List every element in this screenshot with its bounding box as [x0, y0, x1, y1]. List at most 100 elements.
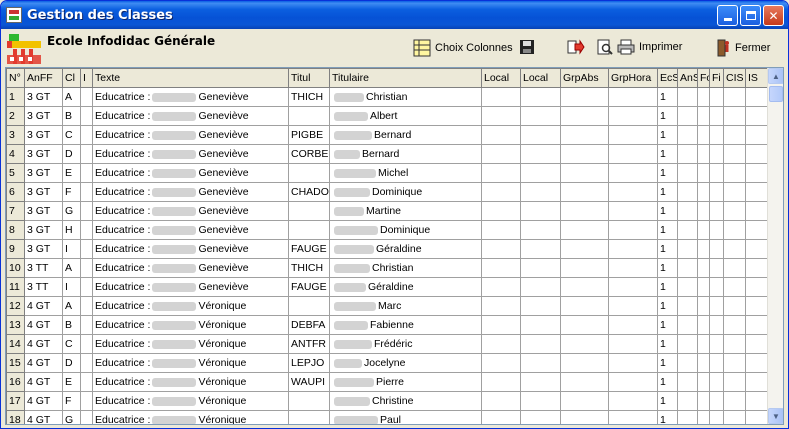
cell-texte[interactable]: Educatrice : Véronique [92, 296, 289, 316]
cell-titul[interactable] [288, 201, 330, 221]
table-row[interactable]: 6 3 GT F Educatrice : Geneviève CHADO Dominiqu… [6, 182, 769, 202]
cell-ans[interactable] [677, 220, 698, 240]
classes-grid[interactable]: N° AnFF Cl I Texte Titul Titulaire Local Local Gr… [5, 67, 784, 425]
cell-row-number[interactable]: 9 [6, 239, 25, 259]
cell-anff[interactable]: 4 GT [24, 296, 63, 316]
cell-texte[interactable]: Educatrice : Geneviève [92, 277, 289, 297]
cell-local1[interactable] [481, 296, 521, 316]
cell-grphora[interactable] [608, 220, 658, 240]
cell-local1[interactable] [481, 372, 521, 392]
cell-ans[interactable] [677, 315, 698, 335]
cell-cis[interactable] [723, 106, 746, 126]
cell-row-number[interactable]: 4 [6, 144, 25, 164]
cell-cl[interactable]: G [62, 410, 81, 424]
cell-grphora[interactable] [608, 334, 658, 354]
cell-titul[interactable]: WAUPI [288, 372, 330, 392]
cell-grphora[interactable] [608, 125, 658, 145]
cell-fo[interactable] [697, 87, 710, 107]
cell-ecs[interactable]: 1 [657, 296, 678, 316]
export-button[interactable] [567, 39, 585, 55]
cell-local1[interactable] [481, 182, 521, 202]
cell-cl[interactable]: D [62, 353, 81, 373]
cell-grphora[interactable] [608, 258, 658, 278]
cell-cl[interactable]: G [62, 201, 81, 221]
cell-fo[interactable] [697, 144, 710, 164]
cell-row-number[interactable]: 16 [6, 372, 25, 392]
cell-anff[interactable]: 3 TT [24, 277, 63, 297]
cell-i[interactable] [80, 353, 93, 373]
cell-titulaire[interactable]: Géraldine [329, 239, 482, 259]
cell-titul[interactable]: THICH [288, 87, 330, 107]
cell-titul[interactable]: PIGBE [288, 125, 330, 145]
cell-cis[interactable] [723, 163, 746, 183]
column-header[interactable]: Local [520, 68, 561, 88]
column-header[interactable]: Texte [92, 68, 289, 88]
cell-grpabs[interactable] [560, 106, 609, 126]
cell-cl[interactable]: B [62, 106, 81, 126]
cell-is[interactable] [745, 372, 769, 392]
app-icon[interactable] [6, 7, 22, 23]
cell-ecs[interactable]: 1 [657, 334, 678, 354]
cell-titulaire[interactable]: Christine [329, 391, 482, 411]
cell-i[interactable] [80, 239, 93, 259]
cell-titul[interactable]: CHADO [288, 182, 330, 202]
cell-fo[interactable] [697, 334, 710, 354]
cell-ans[interactable] [677, 391, 698, 411]
cell-titul[interactable]: DEBFA [288, 315, 330, 335]
cell-row-number[interactable]: 7 [6, 201, 25, 221]
cell-local2[interactable] [520, 391, 561, 411]
cell-anff[interactable]: 4 GT [24, 353, 63, 373]
cell-is[interactable] [745, 296, 769, 316]
cell-cis[interactable] [723, 372, 746, 392]
cell-i[interactable] [80, 334, 93, 354]
cell-grphora[interactable] [608, 144, 658, 164]
cell-local1[interactable] [481, 315, 521, 335]
cell-cl[interactable]: I [62, 277, 81, 297]
column-header[interactable]: Titulaire [329, 68, 482, 88]
cell-texte[interactable]: Educatrice : Geneviève [92, 201, 289, 221]
cell-texte[interactable]: Educatrice : Véronique [92, 315, 289, 335]
cell-ans[interactable] [677, 296, 698, 316]
cell-local1[interactable] [481, 125, 521, 145]
cell-titul[interactable] [288, 163, 330, 183]
table-row[interactable]: 10 3 TT A Educatrice : Geneviève THICH Christi… [6, 258, 769, 278]
column-header[interactable]: N° [6, 68, 25, 88]
cell-cis[interactable] [723, 391, 746, 411]
cell-i[interactable] [80, 125, 93, 145]
cell-row-number[interactable]: 6 [6, 182, 25, 202]
cell-fo[interactable] [697, 182, 710, 202]
table-row[interactable]: 16 4 GT E Educatrice : Véronique WAUPI Pierre 1 [6, 372, 769, 392]
cell-ans[interactable] [677, 163, 698, 183]
cell-fi[interactable] [709, 258, 724, 278]
cell-cis[interactable] [723, 277, 746, 297]
cell-fi[interactable] [709, 315, 724, 335]
cell-local1[interactable] [481, 144, 521, 164]
cell-fi[interactable] [709, 163, 724, 183]
cell-ans[interactable] [677, 410, 698, 424]
cell-titulaire[interactable]: Paul [329, 410, 482, 424]
cell-fo[interactable] [697, 353, 710, 373]
cell-local2[interactable] [520, 296, 561, 316]
cell-local1[interactable] [481, 163, 521, 183]
cell-grpabs[interactable] [560, 296, 609, 316]
vertical-scrollbar[interactable]: ▲ ▼ [767, 68, 783, 424]
cell-ans[interactable] [677, 334, 698, 354]
cell-cis[interactable] [723, 239, 746, 259]
cell-ans[interactable] [677, 125, 698, 145]
cell-local2[interactable] [520, 144, 561, 164]
cell-fo[interactable] [697, 258, 710, 278]
table-row[interactable]: 5 3 GT E Educatrice : Geneviève Michel 1 [6, 163, 769, 183]
cell-row-number[interactable]: 8 [6, 220, 25, 240]
cell-i[interactable] [80, 410, 93, 424]
cell-anff[interactable]: 3 GT [24, 220, 63, 240]
cell-i[interactable] [80, 201, 93, 221]
cell-fi[interactable] [709, 334, 724, 354]
cell-fi[interactable] [709, 106, 724, 126]
cell-cis[interactable] [723, 125, 746, 145]
cell-titulaire[interactable]: Christian [329, 258, 482, 278]
cell-anff[interactable]: 3 GT [24, 106, 63, 126]
table-row[interactable]: 14 4 GT C Educatrice : Véronique ANTFR Frédéri… [6, 334, 769, 354]
cell-cl[interactable]: E [62, 372, 81, 392]
cell-ans[interactable] [677, 201, 698, 221]
column-header[interactable]: Fi [709, 68, 724, 88]
